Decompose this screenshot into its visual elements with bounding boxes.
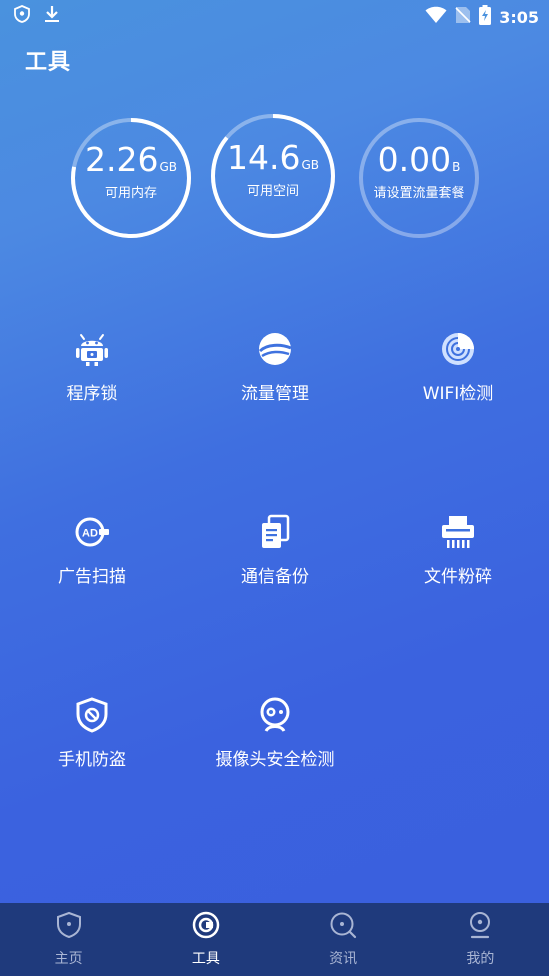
gauge-unit: B <box>452 160 461 174</box>
documents-icon <box>262 514 290 548</box>
status-bar: 3:05 <box>0 0 549 30</box>
gauge-data-plan[interactable]: 0.00B 请设置流量套餐 <box>357 116 481 240</box>
gauge-label: 请设置流量套餐 <box>373 186 465 201</box>
status-time: 3:05 <box>499 7 539 27</box>
tool-label: 文件粉碎 <box>424 567 492 587</box>
tool-anti-theft[interactable]: 手机防盗 <box>2 697 182 787</box>
tool-comm-backup[interactable]: 通信备份 <box>185 514 365 604</box>
tool-label: 通信备份 <box>241 567 309 587</box>
gauge-unit: GB <box>159 160 177 174</box>
gauge-value: 0.00 <box>377 140 452 179</box>
tool-label: 程序锁 <box>66 384 118 404</box>
gauge-label: 可用内存 <box>104 186 157 201</box>
shield-status-icon <box>14 5 30 27</box>
tool-ad-scan[interactable]: AD 广告扫描 <box>2 514 182 604</box>
tool-app-lock[interactable]: 程序锁 <box>2 331 182 421</box>
tool-file-shred[interactable]: 文件粉碎 <box>368 514 548 604</box>
nav-tools[interactable]: 工具 <box>137 903 274 976</box>
radar-icon <box>442 333 474 365</box>
webcam-icon <box>260 697 290 732</box>
gauge-value: 2.26 <box>84 140 159 179</box>
planet-icon <box>258 333 292 365</box>
tool-label: 手机防盗 <box>58 750 126 770</box>
gauge-memory[interactable]: 2.26GB 可用内存 <box>69 116 193 240</box>
bottom-nav: 主页 工具 资讯 我的 <box>0 903 549 976</box>
shield-icon <box>76 697 108 733</box>
news-search-icon <box>330 912 357 939</box>
no-sim-icon <box>455 6 471 28</box>
nav-home[interactable]: 主页 <box>0 903 137 976</box>
tool-label: 摄像头安全检测 <box>215 750 335 770</box>
tool-label: 流量管理 <box>241 384 309 404</box>
svg-text:AD: AD <box>82 528 98 540</box>
gauge-label: 可用空间 <box>246 184 299 199</box>
page-title: 工具 <box>25 50 72 75</box>
shredder-icon <box>442 516 474 548</box>
tool-label: 广告扫描 <box>58 567 126 587</box>
profile-icon <box>470 912 491 939</box>
gauge-unit: GB <box>301 158 319 172</box>
nav-label: 资讯 <box>329 951 358 967</box>
shield-icon <box>56 911 81 939</box>
nav-label: 我的 <box>466 951 495 967</box>
tools-icon <box>192 911 220 939</box>
tool-wifi-check[interactable]: WIFI检测 <box>368 331 548 421</box>
download-icon <box>44 5 60 27</box>
nav-news[interactable]: 资讯 <box>275 903 412 976</box>
battery-charging-icon <box>479 5 492 29</box>
ad-scan-icon: AD <box>75 517 109 547</box>
tool-camera-check[interactable]: 摄像头安全检测 <box>185 697 365 787</box>
nav-label: 工具 <box>191 951 220 967</box>
nav-label: 主页 <box>54 951 83 967</box>
gauge-storage[interactable]: 14.6GB 可用空间 <box>211 114 335 238</box>
gauge-value: 14.6 <box>226 138 301 177</box>
tool-traffic-manage[interactable]: 流量管理 <box>185 331 365 421</box>
robot-lock-icon <box>76 334 108 366</box>
wifi-icon <box>425 6 447 28</box>
tool-label: WIFI检测 <box>422 384 494 404</box>
nav-profile[interactable]: 我的 <box>412 903 549 976</box>
